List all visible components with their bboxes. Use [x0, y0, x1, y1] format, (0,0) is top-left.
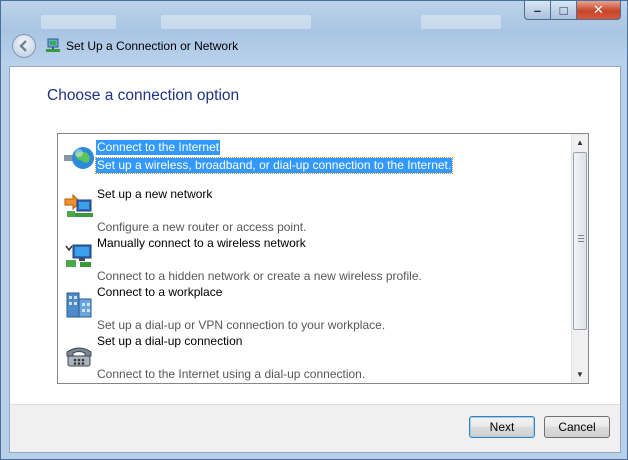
back-button[interactable] [12, 34, 36, 58]
wizard-footer: Next Cancel [10, 404, 620, 452]
wireless-network-icon [65, 244, 92, 267]
option-title: Connect to the Internet [96, 140, 221, 155]
option-manual-wireless[interactable]: Manually connect to a wireless network C… [58, 232, 573, 283]
option-description: Connect to the Internet using a dial-up … [97, 367, 366, 381]
wizard-window: – □ ✕ Set Up a Connection or Network Cho… [0, 0, 628, 460]
page-heading: Choose a connection option [47, 87, 240, 104]
wizard-content: Choose a connection option Connect to th… [9, 66, 621, 453]
next-button[interactable]: Next [469, 416, 535, 438]
option-title: Manually connect to a wireless network [97, 236, 306, 250]
option-new-network[interactable]: Set up a new network Configure a new rou… [58, 183, 573, 234]
option-title: Connect to a workplace [97, 285, 223, 299]
minimize-button[interactable]: – [524, 1, 551, 20]
option-title: Set up a dial-up connection [97, 334, 243, 348]
scroll-down-arrow-icon[interactable]: ▼ [572, 366, 588, 383]
scroll-up-arrow-icon[interactable]: ▲ [572, 134, 588, 151]
maximize-button[interactable]: □ [551, 1, 577, 20]
new-network-icon [64, 193, 93, 217]
connection-options-list[interactable]: Connect to the Internet Set up a wireles… [57, 133, 589, 384]
caption-buttons: – □ ✕ [524, 1, 621, 21]
option-title: Set up a new network [97, 187, 213, 201]
close-button[interactable]: ✕ [577, 1, 621, 20]
option-workplace[interactable]: Connect to a workplace Set up a dial-up … [58, 281, 573, 332]
scrollbar-grip-icon [578, 235, 584, 242]
cancel-button[interactable]: Cancel [544, 416, 610, 438]
window-title: Set Up a Connection or Network [66, 39, 239, 53]
workplace-building-icon [66, 292, 92, 318]
option-dialup[interactable]: Set up a dial-up connection Connect to t… [58, 330, 573, 381]
scrollbar-thumb[interactable] [573, 152, 587, 330]
blurred-breadcrumb [41, 15, 116, 29]
option-connect-to-internet[interactable]: Connect to the Internet Set up a wireles… [58, 134, 573, 183]
list-scrollbar[interactable]: ▲ ▼ [571, 134, 588, 383]
back-arrow-icon [19, 40, 27, 52]
blurred-breadcrumb [161, 15, 311, 29]
network-setup-icon [46, 38, 60, 52]
globe-network-icon [64, 147, 94, 169]
option-description: Set up a wireless, broadband, or dial-up… [94, 157, 454, 174]
dialup-phone-icon [66, 347, 92, 367]
blurred-search [421, 15, 501, 29]
